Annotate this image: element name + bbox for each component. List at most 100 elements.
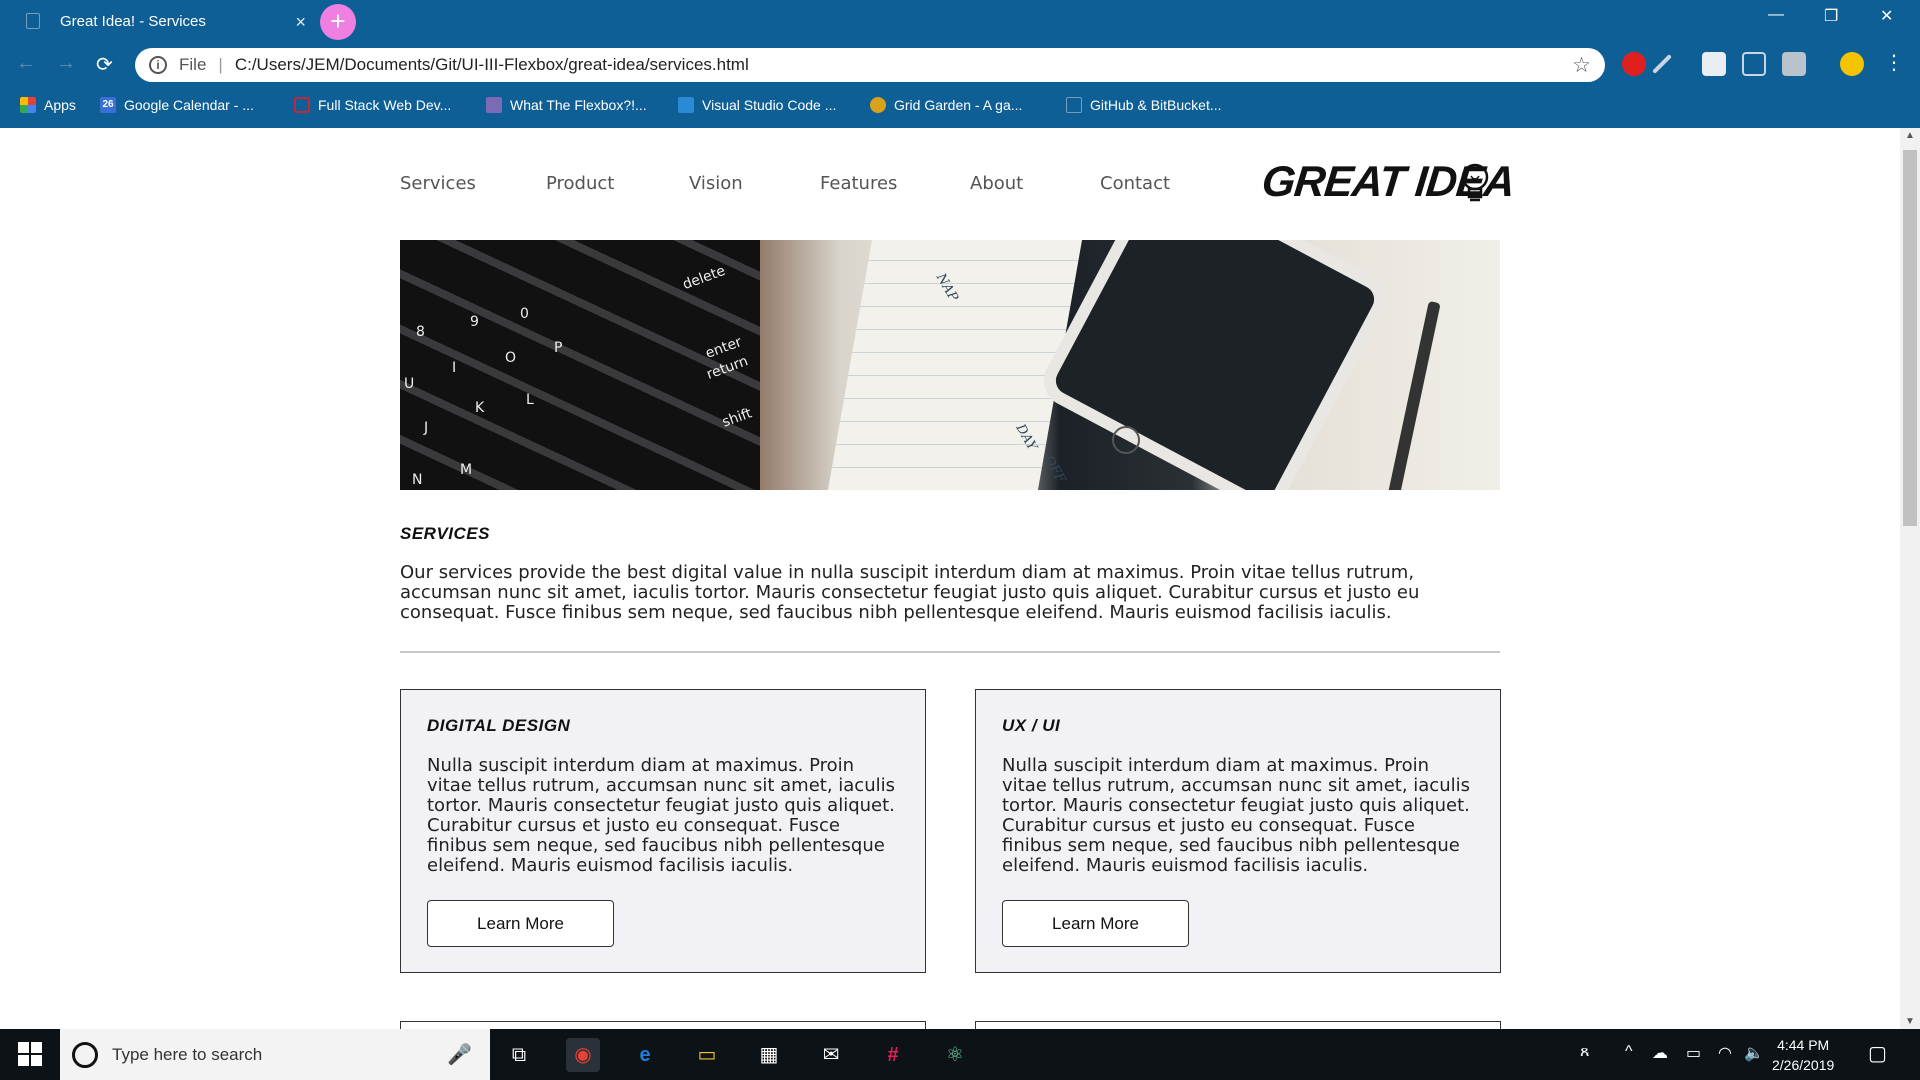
system-clock[interactable]: 4:44 PM 2/26/2019 [1772, 1035, 1834, 1075]
show-hidden-icons-chevron[interactable]: ^ [1625, 1043, 1633, 1061]
key-p-label: P [554, 340, 563, 356]
notifications-icon[interactable]: ▢ [1868, 1041, 1887, 1066]
extension-window-icon[interactable] [1742, 52, 1766, 76]
calendar-icon: 26 [100, 97, 116, 113]
file-explorer-icon[interactable]: ▭ [690, 1038, 724, 1072]
bookmark-flexbox[interactable]: What The Flexbox?!... [486, 94, 647, 116]
mail-icon[interactable]: ✉ [814, 1038, 848, 1072]
key-9-label: 9 [470, 314, 479, 330]
card-body: Nulla suscipit interdum diam at maximus.… [1002, 755, 1470, 876]
pen-illustration [1387, 300, 1441, 490]
nav-contact[interactable]: Contact [1100, 173, 1170, 194]
notebook-illustration [827, 240, 1083, 490]
page-scrollbar[interactable]: ▲ ▼ [1900, 128, 1920, 1029]
learn-more-button[interactable]: Learn More [1002, 900, 1189, 947]
edge-icon[interactable]: e [628, 1038, 662, 1072]
people-icon[interactable]: ጸ [1580, 1043, 1589, 1061]
scroll-down-icon[interactable]: ▼ [1905, 1016, 1915, 1027]
page-viewport: Services Product Vision Features About C… [0, 128, 1900, 1029]
bookmark-star-icon[interactable]: ☆ [1572, 53, 1591, 78]
tab-title: Great Idea! - Services [60, 12, 206, 30]
divider [400, 651, 1500, 653]
clock-date: 2/26/2019 [1772, 1057, 1835, 1073]
note-off: OFF [1040, 453, 1069, 486]
forward-icon[interactable]: → [56, 52, 76, 75]
info-icon[interactable]: i [149, 56, 167, 74]
menu-kebab-icon[interactable]: ⋮ [1884, 52, 1904, 76]
page-icon [26, 13, 40, 29]
bookmark-label: Apps [44, 97, 76, 113]
taskbar-search-box[interactable]: Type here to search 🎤 [60, 1029, 490, 1080]
slack-icon[interactable]: # [876, 1038, 910, 1072]
learn-more-button[interactable]: Learn More [427, 900, 614, 947]
service-card-digital-design: DIGITAL DESIGN Nulla suscipit interdum d… [400, 689, 926, 973]
lightbulb-icon [1461, 163, 1489, 202]
browser-chrome: Great Idea! - Services × + — ❐ ✕ ← → ⟳ i… [0, 0, 1920, 128]
battery-icon[interactable]: ▭ [1686, 1043, 1701, 1063]
card-title: UX / UI [1002, 716, 1061, 735]
windows-start-icon[interactable] [18, 1042, 44, 1068]
extension-adblock-icon[interactable] [1622, 52, 1646, 76]
volume-icon[interactable]: 🔈 [1744, 1043, 1764, 1063]
nav-services[interactable]: Services [400, 173, 476, 194]
bookmark-label: Google Calendar - ... [124, 97, 254, 113]
tab-close-icon[interactable]: × [295, 12, 306, 33]
bookmark-google-calendar[interactable]: 26 Google Calendar - ... [100, 94, 254, 116]
key-8-label: 8 [416, 324, 425, 340]
address-url[interactable]: C:/Users/JEM/Documents/Git/UI-III-Flexbo… [235, 55, 749, 75]
carrot-icon [870, 97, 886, 113]
store-icon[interactable]: ▦ [752, 1038, 786, 1072]
back-icon[interactable]: ← [16, 52, 36, 75]
shield-icon [294, 97, 310, 113]
nav-product[interactable]: Product [546, 173, 614, 194]
extension-grey-icon[interactable] [1782, 52, 1806, 76]
bookmark-apps[interactable]: Apps [20, 94, 76, 116]
card-title: DIGITAL DESIGN [427, 716, 571, 735]
close-window-icon[interactable]: ✕ [1880, 6, 1893, 26]
cortana-icon [72, 1041, 98, 1068]
phone-home-button [1112, 426, 1140, 454]
flexbox-icon [486, 97, 502, 113]
key-m-label: M [460, 462, 473, 478]
key-j-label: J [424, 420, 429, 436]
restore-icon[interactable]: ❐ [1824, 6, 1838, 26]
section-title: SERVICES [400, 524, 490, 543]
bookmark-label: Grid Garden - A ga... [894, 97, 1023, 113]
extension-pen-icon[interactable] [1652, 54, 1672, 74]
windows-taskbar: Type here to search 🎤 ⧉ ◉ e ▭ ▦ ✉ # ⚛ ጸ … [0, 1029, 1920, 1080]
nav-vision[interactable]: Vision [689, 173, 743, 194]
profile-avatar-icon[interactable] [1840, 52, 1864, 76]
extension-box-icon[interactable] [1702, 52, 1726, 76]
task-view-icon[interactable]: ⧉ [502, 1038, 536, 1072]
onedrive-cloud-icon[interactable]: ☁ [1652, 1043, 1668, 1063]
address-bar[interactable]: i File | C:/Users/JEM/Documents/Git/UI-I… [135, 48, 1605, 82]
nav-about[interactable]: About [970, 173, 1023, 194]
new-tab-button[interactable]: + [320, 4, 356, 40]
bookmark-full-stack[interactable]: Full Stack Web Dev... [294, 94, 451, 116]
microphone-icon[interactable]: 🎤 [447, 1042, 472, 1067]
wifi-icon[interactable]: ◠ [1718, 1043, 1732, 1063]
bookmark-label: Visual Studio Code ... [702, 97, 837, 113]
search-placeholder: Type here to search [112, 1044, 263, 1064]
hero-image: delete return enter shift 9 0 O P K L M … [400, 240, 1500, 490]
bookmark-grid-garden[interactable]: Grid Garden - A ga... [870, 94, 1022, 116]
bookmark-vscode[interactable]: Visual Studio Code ... [678, 94, 836, 116]
chrome-icon[interactable]: ◉ [566, 1038, 600, 1072]
address-separator: | [218, 55, 223, 74]
clock-time: 4:44 PM [1777, 1037, 1830, 1053]
reload-icon[interactable]: ⟳ [96, 52, 113, 77]
scroll-up-icon[interactable]: ▲ [1905, 130, 1915, 141]
browser-tab-active[interactable]: Great Idea! - Services × [14, 0, 306, 42]
atom-icon[interactable]: ⚛ [938, 1038, 972, 1072]
key-0-label: 0 [520, 306, 529, 322]
nav-features[interactable]: Features [820, 173, 897, 194]
service-card-partial [400, 1021, 926, 1029]
phone-illustration [1034, 240, 1396, 490]
scrollbar-thumb[interactable] [1903, 150, 1917, 526]
minimize-icon[interactable]: — [1768, 6, 1784, 24]
services-intro: Our services provide the best digital va… [400, 562, 1420, 623]
key-o-label: O [505, 350, 517, 366]
bookmark-label: Full Stack Web Dev... [318, 97, 452, 113]
bookmark-github[interactable]: GitHub & BitBucket... [1066, 94, 1222, 116]
service-card-partial [975, 1021, 1501, 1029]
